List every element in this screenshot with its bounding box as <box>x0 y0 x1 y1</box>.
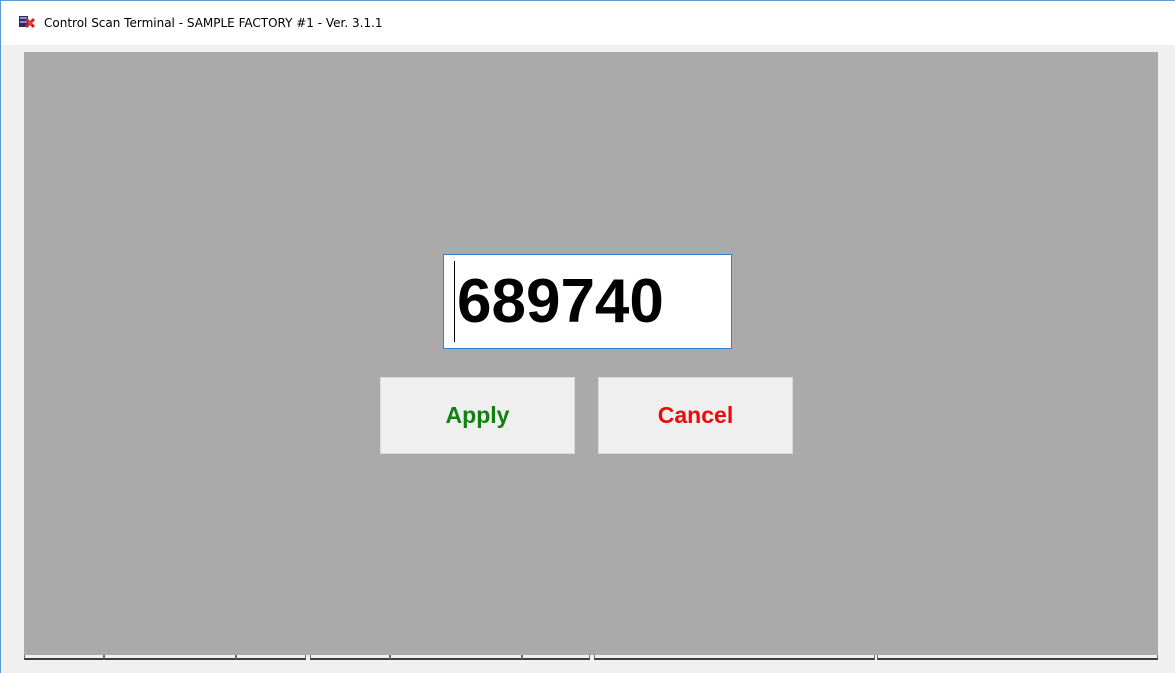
status-panel <box>24 655 104 660</box>
app-icon <box>18 14 36 30</box>
status-panel <box>594 655 875 660</box>
scan-value-input[interactable] <box>443 254 732 349</box>
status-panel <box>877 655 1158 660</box>
window-title: Control Scan Terminal - SAMPLE FACTORY #… <box>44 16 383 30</box>
status-panel <box>104 655 236 660</box>
title-bar[interactable]: Control Scan Terminal - SAMPLE FACTORY #… <box>1 1 1175 45</box>
status-panel <box>522 655 590 660</box>
app-window: Control Scan Terminal - SAMPLE FACTORY #… <box>0 0 1175 673</box>
apply-button[interactable]: Apply <box>380 377 575 454</box>
status-bar <box>24 655 1158 661</box>
cancel-button[interactable]: Cancel <box>598 377 793 454</box>
text-caret <box>454 261 455 342</box>
main-panel: Apply Cancel <box>24 52 1158 655</box>
status-panel <box>390 655 522 660</box>
status-panel <box>310 655 390 660</box>
status-panel <box>236 655 306 660</box>
